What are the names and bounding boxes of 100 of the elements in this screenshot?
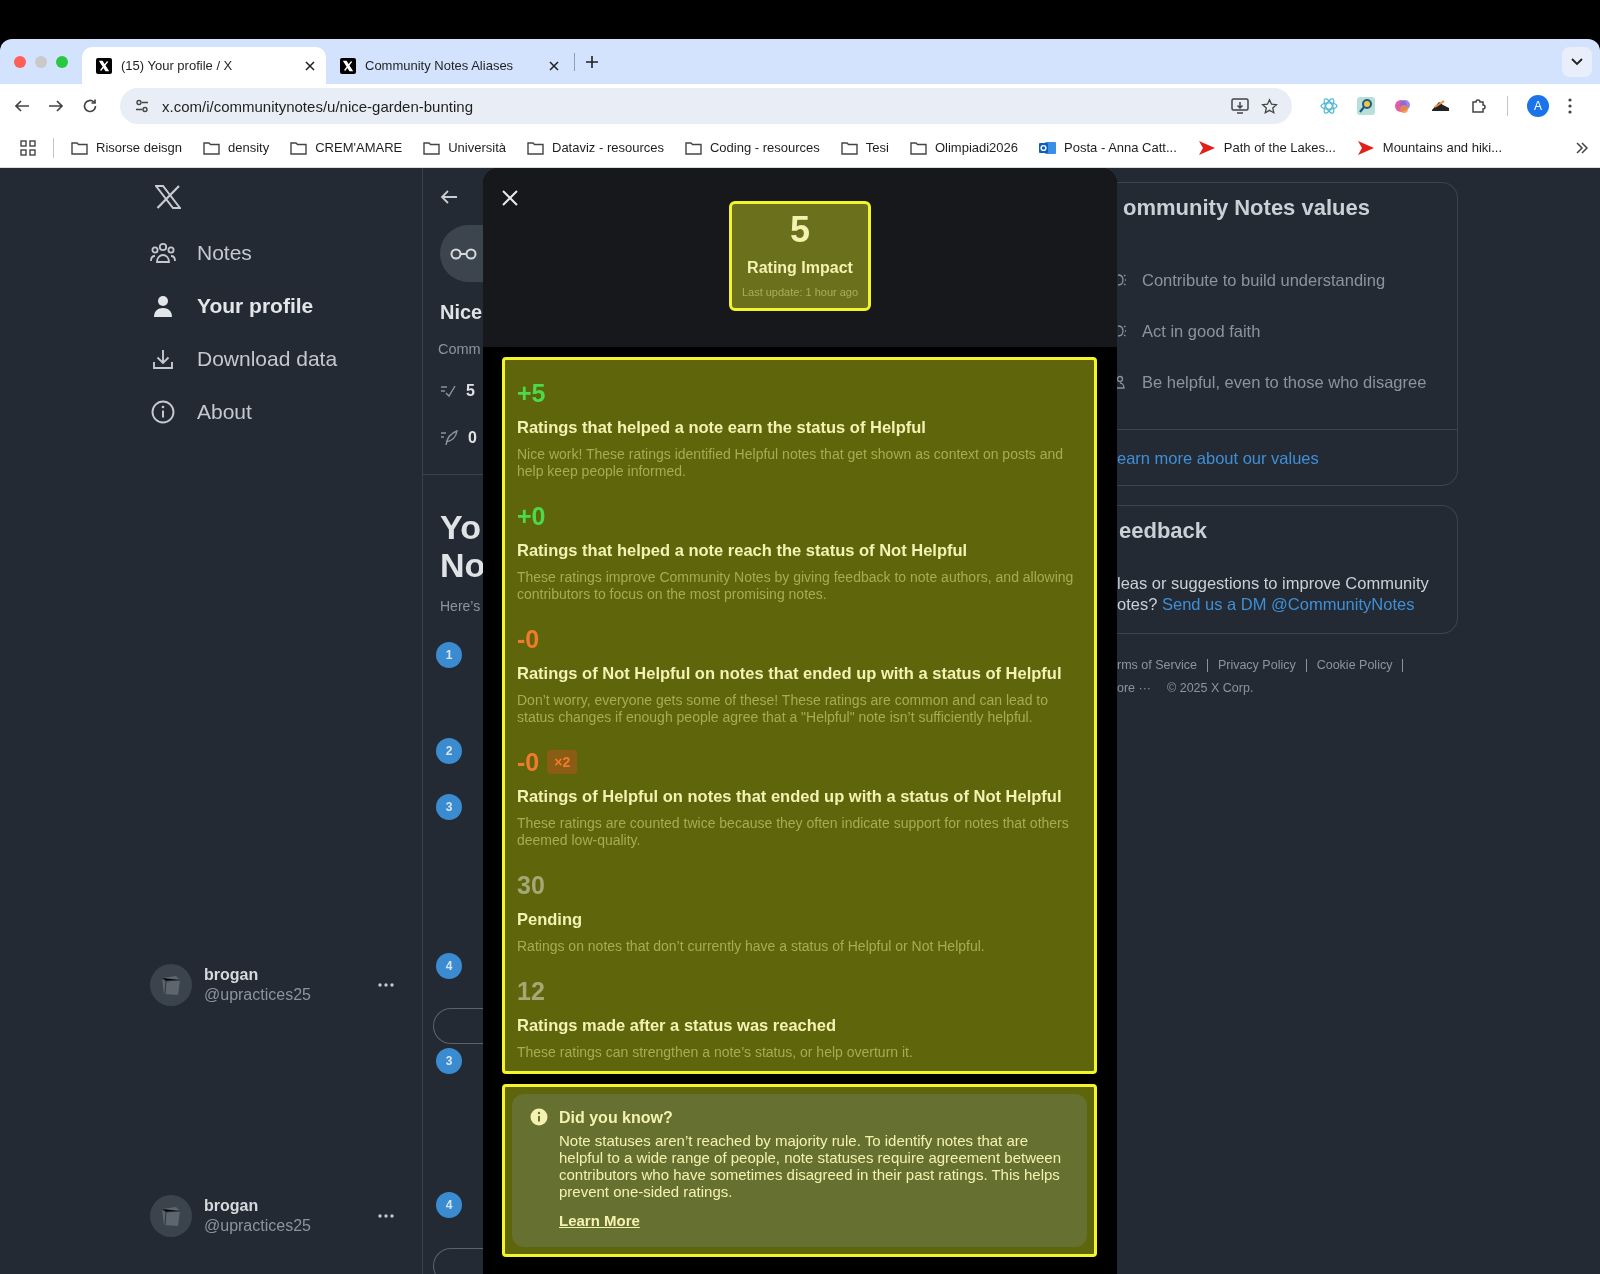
forward-arrow-icon[interactable]	[48, 98, 64, 114]
step-number: 4	[436, 953, 462, 979]
x-logo[interactable]	[155, 185, 181, 209]
tune-icon[interactable]	[134, 98, 150, 114]
close-icon[interactable]	[304, 59, 316, 72]
bookmark-item[interactable]: Tesi	[840, 140, 889, 155]
nav-item[interactable]: Your profile	[150, 284, 322, 328]
play-icon	[1356, 139, 1375, 156]
stat-value: 0	[468, 428, 477, 448]
install-icon[interactable]	[1231, 98, 1249, 114]
step-number: 1	[436, 642, 462, 668]
card-title: ommunity Notes values	[1123, 194, 1370, 222]
last-update-text: Last update: 1 hour ago	[741, 285, 859, 299]
nav-item[interactable]: About	[150, 390, 260, 434]
step-number: 2	[436, 738, 462, 764]
value-item: Contribute to build understanding	[1142, 270, 1386, 291]
close-icon[interactable]	[500, 188, 520, 208]
footer-link[interactable]: Cookie Policy	[1316, 657, 1393, 673]
browser-tab[interactable]: (15) Your profile / X	[82, 47, 326, 84]
nav-item[interactable]: Notes	[150, 231, 260, 275]
bookmark-item[interactable]: Coding - resources	[685, 140, 820, 155]
download-icon	[152, 348, 174, 370]
section-title: Ratings of Not Helpful on notes that ended up with a status of Helpful	[517, 663, 1062, 684]
more-horizontal-icon[interactable]	[378, 983, 394, 987]
folder-icon	[423, 140, 441, 155]
close-icon[interactable]	[548, 59, 560, 72]
section-description: Ratings on notes that don’t currently have a status of Helpful or Not Helpful.	[517, 938, 985, 955]
rating-count: -0	[517, 748, 540, 776]
bookmark-item[interactable]: Olimpiadi2026	[909, 140, 1019, 155]
sparkle-fragment-icon	[1117, 273, 1126, 287]
section-title: Ratings made after a status was reached	[517, 1015, 837, 1036]
chevron-down-icon	[1571, 57, 1583, 66]
plus-icon[interactable]	[585, 54, 599, 69]
step-number: 3	[436, 794, 462, 820]
address-bar[interactable]: x.com/i/communitynotes/u/nice-garden-bunting	[120, 88, 1292, 124]
bookmark-item[interactable]: Mountains and hiki...	[1356, 139, 1503, 156]
rating-count: -0	[517, 625, 540, 653]
account-name: brogan	[204, 966, 259, 984]
values-link[interactable]: earn more about our values	[1117, 447, 1319, 469]
magnifier-icon[interactable]	[1357, 97, 1375, 115]
profile-avatar[interactable]: A	[1527, 95, 1549, 117]
bookmark-item[interactable]: Dataviz - resources	[527, 140, 664, 155]
multiplier-badge: ×2	[547, 750, 578, 774]
rating-count: 30	[517, 871, 545, 899]
folder-icon	[203, 140, 220, 155]
section-description: Don’t worry, everyone gets some of these! These ratings are common and can lead to status changes if enough people agree that a "Helpful" note isn’t sufficiently helpful.	[517, 692, 1049, 726]
footer-link[interactable]: rms of Service	[1117, 657, 1197, 673]
apps-grid-icon[interactable]	[20, 139, 36, 156]
rating-count: 12	[517, 977, 545, 1005]
bookmark-item[interactable]: Posta - Anna Catt...	[1039, 139, 1177, 156]
more-link[interactable]: ore ···	[1117, 680, 1152, 696]
value-item: Be helpful, even to those who disagree	[1142, 372, 1427, 393]
browser-tab[interactable]: Community Notes Aliases	[326, 47, 570, 84]
impact-label: Rating Impact	[747, 258, 853, 278]
double-chevron-icon[interactable]	[1576, 141, 1588, 154]
x-logo-icon	[96, 57, 112, 74]
info-icon	[530, 1108, 548, 1126]
folder-icon	[909, 140, 927, 155]
colorful-blob-icon[interactable]	[1394, 97, 1412, 115]
glasses-icon	[450, 247, 478, 260]
account-name: brogan	[204, 1197, 259, 1215]
more-vertical-icon[interactable]	[1568, 98, 1572, 114]
folder-icon	[685, 140, 702, 155]
account-handle: @upractices25	[204, 986, 311, 1004]
cube-icon	[160, 1205, 182, 1227]
card-title: eedback	[1119, 517, 1208, 545]
shoe-icon[interactable]	[1431, 98, 1451, 114]
folder-icon	[840, 140, 858, 155]
person-icon	[152, 295, 174, 317]
tab-list-button[interactable]	[1562, 46, 1592, 77]
back-arrow-icon[interactable]	[14, 98, 30, 114]
info-title: Did you know?	[559, 1108, 674, 1128]
nav-item[interactable]: Download data	[150, 337, 346, 381]
intro-text: Here’s	[440, 597, 481, 615]
info-icon	[151, 400, 175, 424]
stat-value: 5	[466, 381, 475, 401]
more-horizontal-icon[interactable]	[378, 1214, 394, 1218]
profile-subtitle: Comm	[438, 340, 481, 359]
folder-icon	[527, 140, 544, 155]
section-title: Pending	[517, 909, 583, 930]
dm-link[interactable]: Send us a DM @CommunityNotes	[1161, 595, 1415, 613]
bookmark-item[interactable]: Path of the Lakes...	[1197, 139, 1336, 156]
star-icon[interactable]	[1261, 97, 1278, 115]
bookmark-item[interactable]: CREM'AMARE	[290, 140, 403, 155]
step-number: 4	[436, 1192, 462, 1218]
rating-count: +0	[517, 502, 546, 530]
puzzle-icon[interactable]	[1470, 97, 1488, 115]
play-icon	[1197, 139, 1216, 156]
info-text: Note statuses aren’t reached by majority rule. To identify notes that are helpful to a wide range of people, note statuses require agreement between contributors who have sometimes disagreed in their past ratings. This helps prevent one-sided ratings.	[559, 1132, 1062, 1200]
bookmark-item[interactable]: Università	[423, 140, 506, 155]
account-handle: @upractices25	[204, 1217, 311, 1235]
bookmark-item[interactable]: density	[203, 140, 270, 155]
footer-link[interactable]: Privacy Policy	[1217, 657, 1296, 673]
learn-more-link[interactable]: Learn More	[559, 1212, 640, 1229]
cube-icon	[160, 974, 182, 996]
back-arrow-icon[interactable]	[440, 189, 458, 205]
bookmark-item[interactable]: Risorse deisgn	[71, 140, 182, 155]
person-fragment-icon	[1117, 375, 1126, 389]
section-title: Ratings that helped a note earn the status of Helpful	[517, 417, 926, 438]
reload-icon[interactable]	[82, 98, 98, 114]
